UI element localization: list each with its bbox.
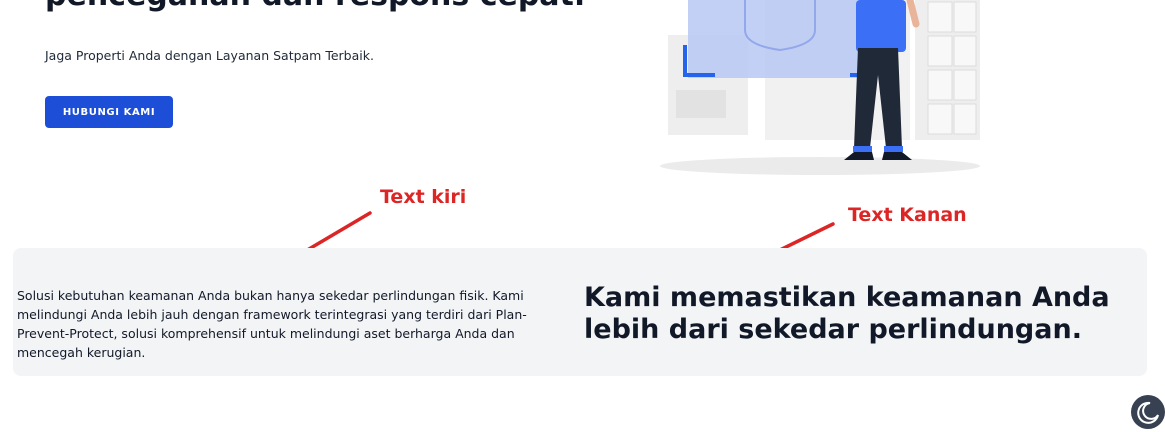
hero-subtitle: Jaga Properti Anda dengan Layanan Satpam… [45,48,374,63]
security-guard-illustration [660,0,980,175]
panel-right-heading: Kami memastikan keamanan Anda lebih dari… [584,282,1110,345]
annotation-text-left: Text kiri [380,186,467,208]
theme-toggle-button[interactable] [1131,395,1165,429]
moon-icon [1137,401,1159,424]
hero-title: pencegahan dan respons cepat. [45,0,585,13]
contact-button[interactable]: HUBUNGI KAMI [45,96,173,128]
annotation-text-right: Text Kanan [848,204,967,226]
panel-left-text: Solusi kebutuhan keamanan Anda bukan han… [17,288,527,360]
